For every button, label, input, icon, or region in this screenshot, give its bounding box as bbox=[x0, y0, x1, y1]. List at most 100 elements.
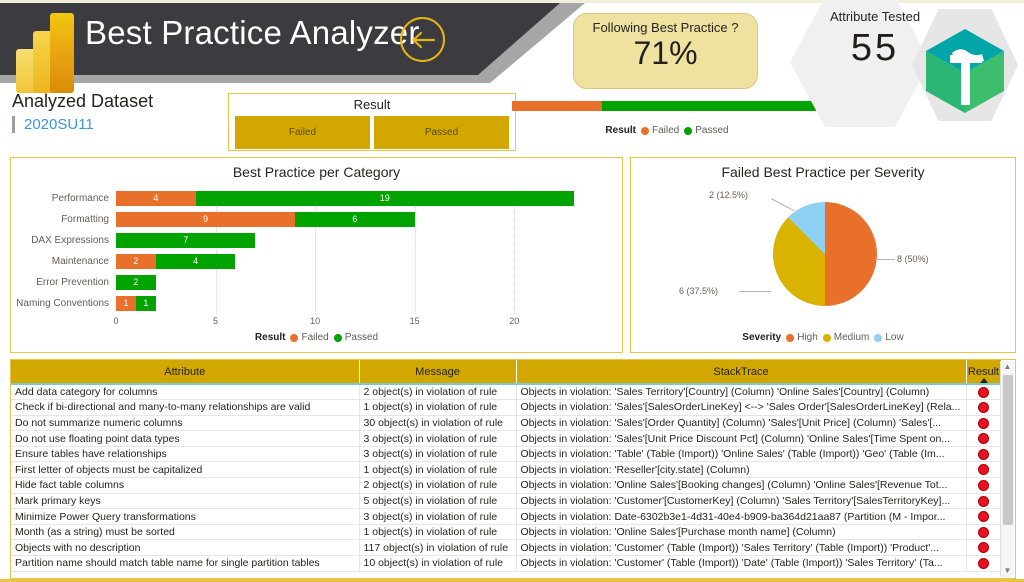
table-row[interactable]: Hide fact table columns 2 object(s) in vi… bbox=[11, 477, 1002, 494]
sort-ascending-icon bbox=[979, 378, 988, 383]
cell-attribute: Ensure tables have relationships bbox=[11, 446, 360, 463]
pie-legend-label-medium: Medium bbox=[833, 332, 870, 343]
cell-attribute: Do not use floating point data types bbox=[11, 430, 360, 447]
following-best-practice-card: Following Best Practice ? 71% bbox=[573, 13, 758, 89]
bar-row[interactable]: Error Prevention 2 bbox=[11, 272, 622, 292]
analyzed-dataset-label: Analyzed Dataset bbox=[12, 91, 154, 111]
bar-row[interactable]: DAX Expressions 7 bbox=[11, 230, 622, 250]
bar-segment[interactable]: 4 bbox=[116, 190, 196, 206]
table-row[interactable]: Partition name should match table name f… bbox=[11, 555, 1002, 572]
cell-message: 5 object(s) in violation of rule bbox=[359, 493, 517, 510]
cell-attribute: Hide fact table columns bbox=[11, 477, 360, 494]
table-row[interactable]: Month (as a string) must be sorted 1 obje… bbox=[11, 524, 1002, 541]
bar-category-label: Error Prevention bbox=[36, 276, 109, 288]
pie-legend-dot-low bbox=[874, 333, 883, 342]
pie-legend-item-high[interactable]: High bbox=[786, 332, 818, 343]
cell-attribute: Objects with no description bbox=[11, 539, 360, 557]
bar-segment[interactable]: 7 bbox=[116, 232, 256, 248]
cell-message: 2 object(s) in violation of rule bbox=[359, 477, 517, 494]
column-header-message[interactable]: Message bbox=[359, 360, 517, 385]
pie-legend-item-low[interactable]: Low bbox=[874, 332, 904, 343]
x-axis-tick: 15 bbox=[409, 316, 420, 326]
bar-segment[interactable]: 2 bbox=[116, 274, 156, 290]
bar-legend-item-failed[interactable]: Failed bbox=[290, 332, 329, 343]
result-failed-icon bbox=[978, 526, 989, 538]
bar-row[interactable]: Naming Conventions 1 1 bbox=[11, 293, 622, 313]
slicer-option-failed[interactable]: Failed bbox=[235, 116, 370, 149]
bar-segment[interactable]: 6 bbox=[295, 211, 415, 227]
cell-message: 1 object(s) in violation of rule bbox=[359, 399, 517, 416]
bar-segment[interactable]: 19 bbox=[195, 190, 574, 206]
bar-track: 4 19 bbox=[116, 190, 574, 206]
bar-row[interactable]: Performance 4 19 bbox=[11, 188, 622, 208]
cell-message: 3 object(s) in violation of rule bbox=[359, 508, 517, 525]
table-row[interactable]: First letter of objects must be capitali… bbox=[11, 461, 1002, 479]
pie-legend-dot-high bbox=[786, 333, 795, 342]
slicer-option-passed[interactable]: Passed bbox=[374, 116, 509, 149]
table-row[interactable]: Add data category for columns 2 object(s)… bbox=[11, 384, 1002, 401]
pie-label-high: 8 (50%) bbox=[897, 254, 929, 264]
x-axis-tick: 5 bbox=[213, 316, 219, 326]
table-row[interactable]: Ensure tables have relationships 3 object… bbox=[11, 446, 1002, 463]
result-failed-icon bbox=[978, 480, 989, 492]
bar-legend-item-passed[interactable]: Passed bbox=[333, 332, 378, 343]
bar-segment[interactable]: 1 bbox=[135, 295, 156, 311]
table-vertical-scrollbar[interactable]: ▲ ▼ bbox=[1000, 361, 1014, 577]
bar-chart-x-axis: 0 5 10 15 20 bbox=[113, 316, 574, 330]
bar-row[interactable]: Formatting 9 6 bbox=[11, 209, 622, 229]
bar-segment[interactable]: 9 bbox=[116, 211, 296, 227]
bar-segment[interactable]: 4 bbox=[155, 253, 236, 269]
cell-attribute: Partition name should match table name f… bbox=[11, 555, 360, 572]
bar-segment[interactable]: 2 bbox=[116, 253, 156, 269]
cell-message: 2 object(s) in violation of rule bbox=[359, 384, 517, 401]
column-header-result[interactable]: Result bbox=[966, 360, 1002, 385]
bar-category-label: Performance bbox=[51, 192, 109, 204]
bar-track: 2 bbox=[116, 274, 156, 290]
cell-stacktrace: Objects in violation: 'Customer'[Custome… bbox=[516, 493, 967, 510]
table-row[interactable]: Do not summarize numeric columns 30 objec… bbox=[11, 415, 1002, 432]
pie-legend-title: Severity bbox=[742, 332, 782, 343]
cell-result bbox=[966, 477, 1002, 494]
following-best-practice-label: Following Best Practice ? bbox=[592, 20, 739, 35]
result-failed-icon bbox=[978, 417, 989, 429]
legend-dot-passed bbox=[684, 126, 693, 135]
scroll-down-icon[interactable]: ▼ bbox=[1001, 565, 1014, 577]
column-header-stacktrace[interactable]: StackTrace bbox=[516, 360, 967, 385]
cell-attribute: Do not summarize numeric columns bbox=[11, 415, 360, 432]
legend-item-passed[interactable]: Passed bbox=[684, 125, 729, 136]
cell-message: 3 object(s) in violation of rule bbox=[359, 446, 517, 463]
back-arrow-icon[interactable] bbox=[400, 17, 445, 62]
result-slicer-title: Result bbox=[353, 97, 391, 112]
result-slicer[interactable]: Result Failed Passed bbox=[228, 93, 516, 151]
cell-message: 3 object(s) in violation of rule bbox=[359, 430, 517, 447]
progress-segment-passed bbox=[601, 101, 822, 111]
cell-result bbox=[966, 539, 1002, 557]
legend-label-passed: Passed bbox=[695, 125, 729, 136]
pie-legend-item-medium[interactable]: Medium bbox=[822, 332, 870, 343]
table-row[interactable]: Do not use floating point data types 3 ob… bbox=[11, 430, 1002, 447]
result-failed-icon bbox=[978, 448, 989, 460]
bar-row[interactable]: Maintenance 2 4 bbox=[11, 251, 622, 271]
column-header-attribute[interactable]: Attribute bbox=[11, 360, 360, 385]
x-axis-tick: 10 bbox=[310, 316, 321, 326]
result-failed-icon bbox=[978, 558, 989, 570]
cell-message: 1 object(s) in violation of rule bbox=[359, 524, 517, 541]
table-row[interactable]: Mark primary keys 5 object(s) in violatio… bbox=[11, 493, 1002, 510]
legend-item-failed[interactable]: Failed bbox=[640, 125, 679, 136]
cell-stacktrace: Objects in violation: 'Table' (Table (Im… bbox=[516, 446, 967, 463]
pie-chart-plot[interactable] bbox=[773, 202, 877, 306]
x-axis-tick: 20 bbox=[509, 316, 520, 326]
pie-label-low: 2 (12.5%) bbox=[709, 190, 749, 200]
legend-dot-failed bbox=[640, 126, 649, 135]
analyzed-dataset: Analyzed Dataset 2020SU11 bbox=[12, 91, 153, 133]
analyzed-dataset-value[interactable]: 2020SU11 bbox=[12, 116, 153, 133]
scrollbar-thumb[interactable] bbox=[1003, 375, 1013, 525]
table-row[interactable]: Check if bi-directional and many-to-many… bbox=[11, 399, 1002, 416]
pie-legend-label-low: Low bbox=[885, 332, 904, 343]
table-row[interactable]: Objects with no description 117 object(s)… bbox=[11, 539, 1002, 557]
power-bi-logo bbox=[14, 11, 76, 93]
result-failed-icon bbox=[978, 495, 989, 507]
table-row[interactable]: Minimize Power Query transformations 3 ob… bbox=[11, 508, 1002, 525]
bar-segment[interactable]: 1 bbox=[116, 295, 136, 311]
scroll-up-icon[interactable]: ▲ bbox=[1001, 361, 1014, 373]
